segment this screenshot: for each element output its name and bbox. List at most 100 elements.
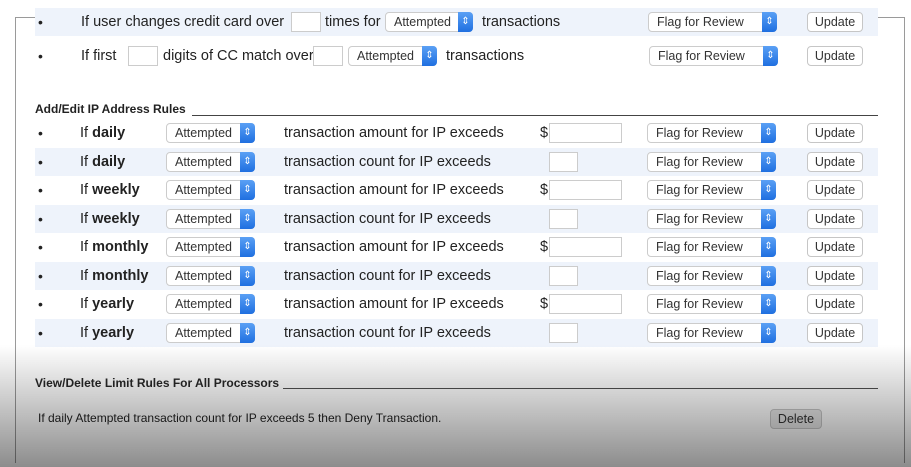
rule-text: digits of CC match over bbox=[163, 48, 314, 64]
action-select[interactable]: Flag for Review ⇕ bbox=[647, 151, 776, 172]
rule-text: If first bbox=[81, 48, 117, 64]
status-select[interactable]: Attempted ⇕ bbox=[166, 294, 255, 314]
rule-text: transaction count for IP exceeds bbox=[284, 210, 491, 227]
ip-rule-row: • If daily Attempted ⇕ transaction amount… bbox=[35, 119, 878, 147]
chevron-updown-icon: ⇕ bbox=[761, 322, 776, 343]
if-label: If bbox=[80, 296, 89, 312]
section-heading: Add/Edit IP Address Rules bbox=[35, 102, 186, 116]
chevron-updown-icon: ⇕ bbox=[761, 151, 776, 172]
select-value: Flag for Review bbox=[656, 211, 743, 226]
select-value: Flag for Review bbox=[656, 154, 743, 169]
action-select[interactable]: Flag for Review ⇕ bbox=[648, 12, 777, 32]
section-heading: View/Delete Limit Rules For All Processo… bbox=[35, 376, 280, 390]
update-button[interactable]: Update bbox=[807, 322, 863, 343]
bullet: • bbox=[38, 324, 43, 341]
period-label: weekly bbox=[92, 210, 140, 227]
chevron-updown-icon: ⇕ bbox=[761, 208, 776, 229]
status-select[interactable]: Attempted ⇕ bbox=[166, 180, 255, 200]
action-select[interactable]: Flag for Review ⇕ bbox=[647, 294, 776, 314]
amount-input[interactable] bbox=[549, 237, 622, 257]
update-button[interactable]: Update bbox=[807, 151, 863, 172]
count-input[interactable] bbox=[549, 208, 578, 229]
select-value: Flag for Review bbox=[656, 297, 743, 311]
limit-rule-text: If daily Attempted transaction count for… bbox=[38, 411, 442, 425]
update-button[interactable]: Update bbox=[807, 123, 863, 143]
action-select[interactable]: Flag for Review ⇕ bbox=[649, 46, 778, 66]
status-select[interactable]: Attempted ⇕ bbox=[166, 208, 255, 229]
rule-condition: If weekly bbox=[80, 182, 140, 198]
rule-condition: If monthly bbox=[80, 268, 148, 284]
bullet: • bbox=[38, 182, 43, 198]
count-input[interactable] bbox=[549, 151, 578, 172]
times-input[interactable] bbox=[291, 12, 321, 32]
action-select[interactable]: Flag for Review ⇕ bbox=[647, 237, 776, 257]
status-select[interactable]: Attempted ⇕ bbox=[166, 123, 255, 143]
action-select[interactable]: Flag for Review ⇕ bbox=[647, 322, 776, 343]
chevron-updown-icon: ⇕ bbox=[240, 151, 255, 172]
action-select[interactable]: Flag for Review ⇕ bbox=[647, 180, 776, 200]
select-value: Flag for Review bbox=[658, 49, 745, 63]
rule-text: transaction amount for IP exceeds bbox=[284, 125, 504, 141]
status-select[interactable]: Attempted ⇕ bbox=[348, 46, 437, 66]
update-button[interactable]: Update bbox=[807, 294, 863, 314]
period-label: monthly bbox=[92, 239, 149, 255]
period-label: weekly bbox=[92, 182, 140, 198]
if-label: If bbox=[80, 239, 89, 255]
chevron-updown-icon: ⇕ bbox=[240, 123, 255, 143]
status-select[interactable]: Attempted ⇕ bbox=[166, 237, 255, 257]
chevron-updown-icon: ⇕ bbox=[422, 46, 437, 66]
ip-rule-row: • If yearly Attempted ⇕ transaction count… bbox=[35, 318, 878, 347]
select-value: Flag for Review bbox=[657, 15, 744, 29]
count-input[interactable] bbox=[549, 322, 578, 343]
update-button[interactable]: Update bbox=[807, 180, 863, 200]
chevron-updown-icon: ⇕ bbox=[762, 12, 777, 32]
chevron-updown-icon: ⇕ bbox=[458, 12, 473, 32]
bullet: • bbox=[38, 296, 43, 312]
select-value: Attempted bbox=[357, 49, 414, 63]
status-select[interactable]: Attempted ⇕ bbox=[385, 12, 473, 32]
currency-symbol: $ bbox=[540, 239, 549, 255]
chevron-updown-icon: ⇕ bbox=[761, 237, 776, 257]
amount-input[interactable] bbox=[549, 294, 622, 314]
chevron-updown-icon: ⇕ bbox=[761, 265, 776, 286]
action-select[interactable]: Flag for Review ⇕ bbox=[647, 265, 776, 286]
period-label: daily bbox=[92, 125, 126, 141]
period-label: yearly bbox=[92, 324, 135, 341]
rule-condition: If yearly bbox=[80, 325, 134, 341]
update-button[interactable]: Update bbox=[807, 237, 863, 257]
select-value: Attempted bbox=[175, 325, 232, 340]
amount-input[interactable] bbox=[549, 123, 622, 143]
status-select[interactable]: Attempted ⇕ bbox=[166, 322, 255, 343]
digits-input[interactable] bbox=[128, 46, 158, 66]
select-value: Flag for Review bbox=[656, 325, 743, 340]
update-button[interactable]: Update bbox=[807, 265, 863, 286]
chevron-updown-icon: ⇕ bbox=[763, 46, 778, 66]
rule-text: transaction amount for IP exceeds bbox=[284, 239, 504, 255]
match-count-input[interactable] bbox=[313, 46, 343, 66]
select-value: Flag for Review bbox=[656, 268, 743, 283]
ip-rule-row: • If monthly Attempted ⇕ transaction amou… bbox=[35, 233, 878, 261]
action-select[interactable]: Flag for Review ⇕ bbox=[647, 208, 776, 229]
select-value: Flag for Review bbox=[656, 126, 743, 140]
update-button[interactable]: Update bbox=[807, 208, 863, 229]
status-select[interactable]: Attempted ⇕ bbox=[166, 265, 255, 286]
select-value: Attempted bbox=[175, 183, 232, 197]
period-label: monthly bbox=[92, 267, 149, 284]
count-input[interactable] bbox=[549, 265, 578, 286]
bullet: • bbox=[38, 125, 43, 141]
bullet: • bbox=[38, 267, 43, 284]
chevron-updown-icon: ⇕ bbox=[761, 123, 776, 143]
card-rule-row: • If user changes credit card over times… bbox=[35, 8, 878, 36]
delete-button[interactable]: Delete bbox=[770, 409, 822, 429]
status-select[interactable]: Attempted ⇕ bbox=[166, 151, 255, 172]
amount-input[interactable] bbox=[549, 180, 622, 200]
if-label: If bbox=[80, 153, 89, 170]
chevron-updown-icon: ⇕ bbox=[761, 294, 776, 314]
action-select[interactable]: Flag for Review ⇕ bbox=[647, 123, 776, 143]
update-button[interactable]: Update bbox=[807, 46, 863, 66]
update-button[interactable]: Update bbox=[807, 12, 863, 32]
select-value: Attempted bbox=[175, 268, 232, 283]
select-value: Attempted bbox=[394, 15, 451, 29]
ip-rule-row: • If weekly Attempted ⇕ transaction count… bbox=[35, 204, 878, 233]
ip-rule-row: • If yearly Attempted ⇕ transaction amoun… bbox=[35, 290, 878, 318]
